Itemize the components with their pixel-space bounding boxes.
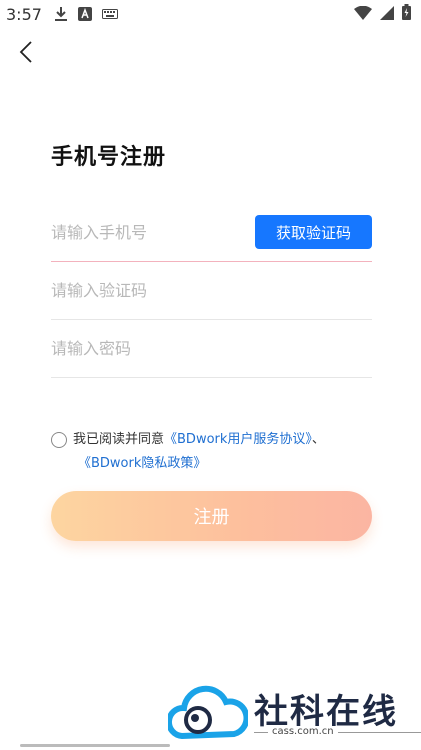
status-bar: 3:57 [0, 0, 421, 28]
signal-icon [380, 5, 394, 24]
password-input[interactable] [51, 339, 372, 358]
agreement-separator: 、 [311, 432, 325, 447]
keyboard-icon [101, 9, 118, 19]
register-button[interactable]: 注册 [51, 491, 372, 541]
get-code-button[interactable]: 获取验证码 [255, 215, 372, 249]
watermark: 社科在线 cass.com.cn [168, 680, 421, 750]
agreement: 我已阅读并同意《BDwork用户服务协议》、 《BDwork隐私政策》 [51, 428, 351, 476]
status-time: 3:57 [6, 4, 42, 24]
privacy-link[interactable]: 《BDwork隐私政策》 [78, 456, 206, 471]
status-right-icons [354, 4, 411, 24]
agreement-row: 我已阅读并同意《BDwork用户服务协议》、 [51, 428, 351, 452]
home-indicator [20, 744, 170, 747]
back-button[interactable] [12, 40, 40, 68]
page-title: 手机号注册 [51, 145, 167, 170]
agreement-text: 我已阅读并同意《BDwork用户服务协议》、 [73, 428, 325, 452]
agreement-second-line: 《BDwork隐私政策》 [51, 452, 351, 476]
wifi-icon [354, 5, 372, 24]
phone-input[interactable] [51, 223, 241, 242]
watermark-subtext: cass.com.cn [268, 726, 338, 737]
a-box-icon [77, 7, 92, 21]
terms-link[interactable]: 《BDwork用户服务协议》 [164, 432, 312, 447]
chevron-left-icon [19, 41, 33, 67]
agreement-checkbox[interactable] [51, 432, 67, 448]
password-field[interactable] [51, 320, 372, 378]
verification-code-input[interactable] [51, 281, 372, 300]
battery-icon [402, 4, 411, 24]
verification-code-field[interactable] [51, 262, 372, 320]
agreement-prefix: 我已阅读并同意 [73, 432, 165, 447]
download-icon [54, 6, 68, 22]
